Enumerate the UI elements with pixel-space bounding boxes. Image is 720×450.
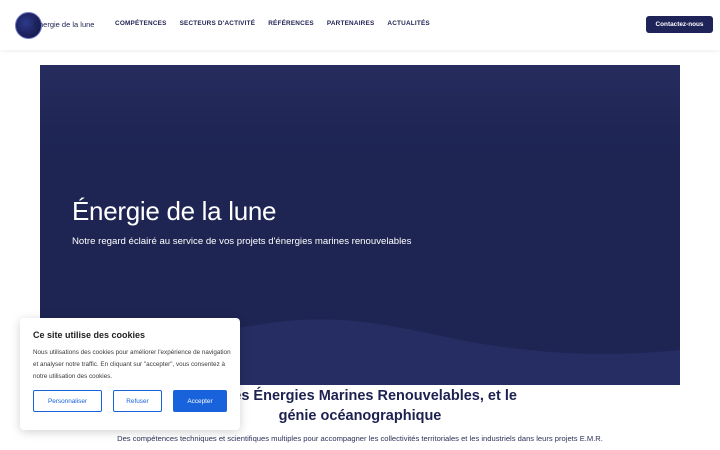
section-description: Des compétences techniques et scientifiq… xyxy=(117,434,603,443)
cookie-banner: Ce site utilise des cookies Nous utilisa… xyxy=(20,318,240,430)
nav-item-partenaires[interactable]: PARTENAIRES xyxy=(327,20,375,27)
accept-button[interactable]: Accepter xyxy=(173,390,227,412)
main-nav: COMPÉTENCES SECTEURS D'ACTIVITÉ RÉFÉRENC… xyxy=(115,20,430,27)
logo[interactable]: Énergie de la lune xyxy=(15,10,94,40)
reject-button[interactable]: Refuser xyxy=(113,390,162,412)
nav-item-secteurs[interactable]: SECTEURS D'ACTIVITÉ xyxy=(180,20,256,27)
site-header: Énergie de la lune COMPÉTENCES SECTEURS … xyxy=(0,0,720,50)
hero-subtitle: Notre regard éclairé au service de vos p… xyxy=(72,236,412,247)
logo-text: Énergie de la lune xyxy=(34,20,95,29)
contact-button[interactable]: Contactez-nous xyxy=(646,16,713,33)
cookie-text: Nous utilisations des cookies pour améli… xyxy=(33,349,231,380)
customize-button[interactable]: Personnaliser xyxy=(33,390,102,412)
hero-background-image xyxy=(40,65,680,155)
hero-title: Énergie de la lune xyxy=(72,196,277,226)
nav-item-references[interactable]: RÉFÉRENCES xyxy=(268,20,314,27)
nav-item-actualites[interactable]: ACTUALITÉS xyxy=(387,20,429,27)
nav-item-competences[interactable]: COMPÉTENCES xyxy=(115,20,167,27)
cookie-title: Ce site utilise des cookies xyxy=(33,330,146,340)
